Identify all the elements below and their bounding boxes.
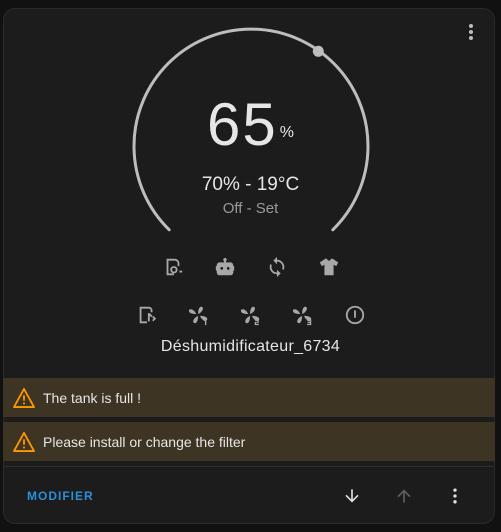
mode-row — [0, 254, 501, 280]
fan-speed-2-icon — [240, 306, 259, 326]
clothes-dry-button[interactable] — [134, 302, 160, 328]
fan-row — [0, 302, 501, 328]
arrow-down-icon — [345, 489, 359, 503]
mode-continuous-button[interactable] — [264, 254, 290, 280]
move-up-button[interactable] — [390, 482, 418, 510]
dry-icon — [166, 258, 182, 276]
clothes-dry-icon — [139, 306, 156, 324]
warning-icon — [13, 431, 35, 452]
dots-vertical-icon — [469, 24, 473, 40]
move-down-button[interactable] — [338, 482, 366, 510]
current-humidity-unit: % — [279, 124, 294, 141]
fan-speed-2-button[interactable] — [238, 302, 264, 328]
auto-robot-icon — [215, 257, 234, 276]
target-range-text: 70% - 19°C — [201, 174, 300, 195]
footer-menu-button[interactable] — [441, 482, 469, 510]
power-icon — [345, 305, 364, 325]
mode-dry-button[interactable] — [160, 254, 186, 280]
dots-vertical-icon — [453, 488, 457, 504]
laundry-tshirt-icon — [319, 258, 338, 276]
fan-speed-3-icon — [292, 306, 311, 326]
alert-filter: Please install or change the filter — [3, 422, 495, 461]
power-button[interactable] — [342, 302, 368, 328]
device-name: Déshumidificateur_6734 — [160, 338, 341, 355]
current-humidity-number: 65 — [207, 91, 278, 158]
current-humidity-value: 65% — [0, 90, 501, 160]
mode-laundry-button[interactable] — [316, 254, 342, 280]
card-menu-button[interactable] — [460, 20, 482, 44]
mode-auto-button[interactable] — [212, 254, 238, 280]
footer-divider — [3, 466, 495, 467]
alert-tank-full: The tank is full ! — [3, 378, 495, 417]
fan-speed-3-button[interactable] — [290, 302, 316, 328]
fan-speed-1-button[interactable] — [186, 302, 212, 328]
modify-button[interactable]: MODIFIER — [18, 480, 103, 512]
alert-text: The tank is full ! — [43, 389, 142, 406]
arrow-up-icon — [397, 489, 411, 503]
alert-text: Please install or change the filter — [43, 433, 246, 450]
continuous-icon — [269, 256, 284, 278]
status-text: Off - Set — [222, 200, 279, 217]
fan-speed-1-icon — [188, 306, 207, 326]
warning-icon — [13, 387, 35, 408]
dial-setpoint-handle[interactable] — [312, 45, 324, 57]
